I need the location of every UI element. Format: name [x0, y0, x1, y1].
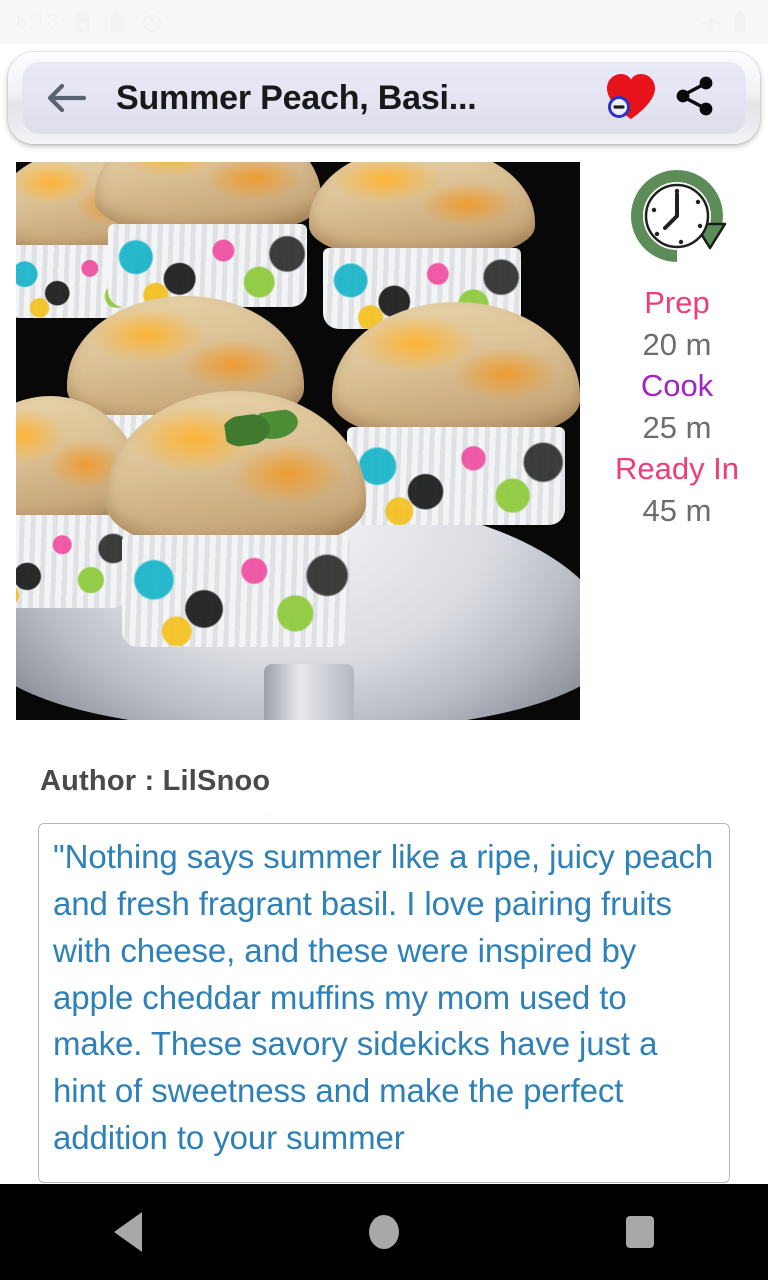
sim-card-icon	[73, 11, 93, 33]
description-box[interactable]: "Nothing says summer like a ripe, juicy …	[38, 823, 730, 1183]
cake-stand-pedestal	[264, 664, 355, 720]
muffin	[94, 162, 321, 308]
nav-recents-button[interactable]	[595, 1202, 685, 1262]
prep-label: Prep	[644, 285, 710, 320]
status-bar: 6:13	[0, 0, 768, 44]
share-icon	[672, 73, 718, 124]
description-text: "Nothing says summer like a ripe, juicy …	[53, 838, 714, 1157]
back-triangle-icon	[114, 1212, 142, 1252]
app-toolbar: Summer Peach, Basi...	[22, 62, 746, 134]
recipe-time-panel: Prep 20 m Cook 25 m Ready In 45 m	[586, 168, 768, 531]
author-label: Author : LilSnoo	[40, 765, 271, 797]
cook-value: 25 m	[642, 409, 712, 445]
airplane-mode-icon	[700, 11, 721, 33]
ready-in-label: Ready In	[614, 451, 740, 487]
nav-home-button[interactable]	[339, 1202, 429, 1262]
status-bar-clock: 6:13	[16, 10, 59, 33]
heart-icon	[603, 69, 659, 128]
cook-label: Cook	[640, 368, 714, 404]
share-button[interactable]	[662, 67, 728, 129]
back-button[interactable]	[40, 71, 94, 125]
alarm-icon	[141, 11, 161, 33]
back-arrow-icon	[46, 81, 88, 115]
ready-in-value: 45 m	[642, 492, 712, 528]
muffin	[331, 301, 580, 525]
battery-icon	[732, 11, 752, 33]
clock-icon	[621, 168, 733, 268]
page-title: Summer Peach, Basi...	[116, 78, 477, 117]
remove-badge-icon	[608, 95, 630, 118]
recents-square-icon	[626, 1216, 654, 1248]
toolbar-card: Summer Peach, Basi...	[8, 52, 760, 144]
nav-back-button[interactable]	[83, 1202, 173, 1262]
prep-value: 20 m	[642, 326, 712, 362]
recipe-detail-screen: 6:13 Summer Peach, Basi... Prep 20 m Coo…	[0, 0, 768, 1280]
status-bar-right	[700, 11, 752, 33]
status-bar-left: 6:13	[16, 10, 161, 34]
recipe-photo[interactable]	[16, 162, 580, 720]
android-nav-bar	[0, 1184, 768, 1280]
favorite-button[interactable]	[600, 67, 662, 129]
battery-saver-icon	[107, 11, 127, 33]
home-circle-icon	[369, 1215, 399, 1249]
